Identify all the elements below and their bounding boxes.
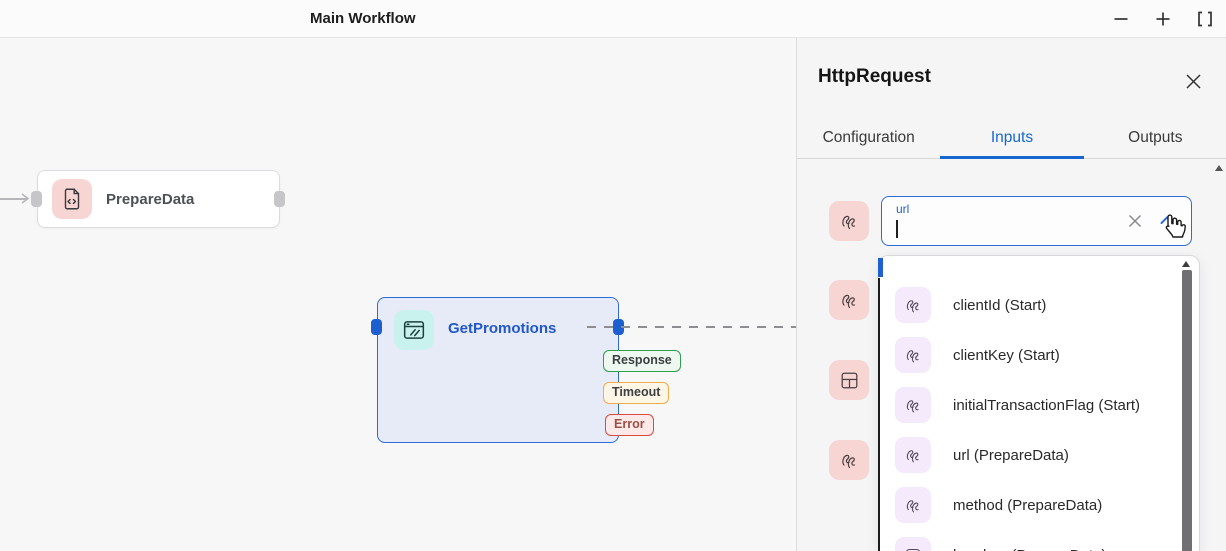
string-squiggle-icon [895,387,931,423]
suggestion-headers[interactable]: headers (PrepareData) [879,537,1179,551]
port-badge-timeout[interactable]: Timeout [603,382,669,404]
suggestion-label: clientKey (Start) [953,347,1060,364]
node-preparedata[interactable]: PrepareData [37,170,280,228]
active-tab-indicator [940,156,1084,159]
minus-icon [1112,10,1130,28]
scrollbar-up-icon[interactable] [1182,261,1190,267]
suggestion-clientid[interactable]: clientId (Start) [879,287,1179,323]
plus-icon [1154,10,1172,28]
pending-edge [587,326,796,328]
chevron-up-icon [1159,214,1175,226]
dropdown-focus-bar [878,258,883,277]
url-field-label: url [896,202,909,216]
suggestion-label: headers (PrepareData) [953,547,1106,551]
panel-close-button[interactable] [1182,70,1204,92]
suggestion-label: url (PrepareData) [953,447,1069,464]
code-file-icon [52,179,92,219]
object-icon [895,537,931,551]
http-request-icon [394,310,434,350]
string-squiggle-icon [829,280,869,320]
panel-title: HttpRequest [818,66,931,88]
suggestion-label: clientId (Start) [953,297,1046,314]
close-icon [1185,73,1202,90]
dropdown-left-edge [878,278,880,551]
tab-configuration[interactable]: Configuration [797,126,940,158]
properties-panel: HttpRequest Configuration Inputs Outputs [796,38,1226,551]
fit-view-button[interactable] [1194,8,1216,30]
tab-outputs[interactable]: Outputs [1084,126,1226,158]
node-output-port[interactable] [274,191,285,207]
suggestion-label: initialTransactionFlag (Start) [953,397,1140,414]
scrollbar-thumb[interactable] [1182,270,1192,551]
workflow-canvas[interactable]: PrepareData GetPromotions Response Timeo… [0,38,796,551]
panel-tabs: Configuration Inputs Outputs [797,126,1226,159]
node-label: GetPromotions [448,320,556,337]
suggestion-method[interactable]: method (PrepareData) [879,487,1179,523]
port-badge-response[interactable]: Response [603,350,681,372]
node-input-port[interactable] [31,191,42,207]
panel-scrollbar-up-icon[interactable] [1215,165,1223,171]
table-icon [829,360,869,400]
text-caret [896,220,898,238]
string-squiggle-icon [895,487,931,523]
string-squiggle-icon [895,337,931,373]
string-squiggle-icon [829,440,869,480]
collapse-suggestions-button[interactable] [1159,214,1175,226]
string-squiggle-icon [829,201,869,241]
edge-arrowhead-icon [18,191,32,205]
suggestion-initialtransactionflag[interactable]: initialTransactionFlag (Start) [879,387,1179,423]
string-squiggle-icon [895,287,931,323]
topbar: Main Workflow [0,0,1226,38]
port-badge-error[interactable]: Error [605,414,654,436]
variable-suggestions-dropdown: clientId (Start) clientKey (Start) initi… [878,255,1200,551]
node-label: PrepareData [106,191,194,208]
canvas-zoom-controls [1110,0,1216,38]
node-input-port[interactable] [371,319,382,335]
suggestion-clientkey[interactable]: clientKey (Start) [879,337,1179,373]
zoom-in-button[interactable] [1152,8,1174,30]
clear-icon [1127,213,1143,229]
workflow-title: Main Workflow [310,0,416,38]
dropdown-scrollbar[interactable] [1184,256,1196,551]
url-input-field[interactable]: url [881,196,1192,246]
zoom-out-button[interactable] [1110,8,1132,30]
string-squiggle-icon [895,437,931,473]
suggestion-label: method (PrepareData) [953,497,1102,514]
fit-view-icon [1196,10,1214,28]
tab-inputs[interactable]: Inputs [940,126,1083,158]
clear-button[interactable] [1125,211,1145,231]
suggestion-url[interactable]: url (PrepareData) [879,437,1179,473]
node-getpromotions[interactable]: GetPromotions [377,297,619,443]
